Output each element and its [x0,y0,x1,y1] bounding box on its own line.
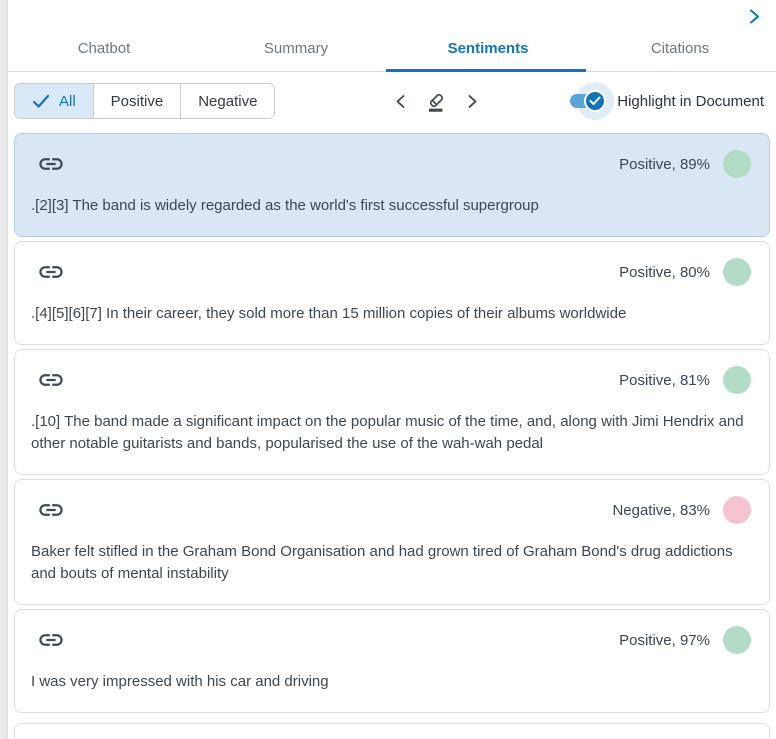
panel-divider[interactable] [0,0,8,739]
sentiment-card[interactable]: Positive, 89% .[2][3] The band is widely… [14,133,770,237]
prev-sentence-button[interactable] [392,92,409,111]
filter-negative-button[interactable]: Negative [181,84,275,118]
sentiment-label: Positive, 89% [619,155,710,173]
filter-positive-label: Positive [110,92,164,110]
sentiment-indicator [723,150,751,178]
sentiment-card[interactable]: Positive, 80% .[4][5][6][7] In their car… [14,241,770,345]
filter-positive-button[interactable]: Positive [93,84,182,118]
card-header: Negative, 83% [31,496,751,524]
check-icon [32,94,50,108]
filter-all-button[interactable]: All [15,84,94,118]
card-header: Positive, 81% [31,366,751,394]
filter-negative-label: Negative [198,92,258,110]
card-header: Positive, 97% [31,626,751,654]
highlight-toggle-label: Highlight in Document [617,92,764,110]
chevron-right-icon [468,94,477,108]
sentence-text: .[10] The band made a significant impact… [31,413,744,452]
card-header: Positive, 80% [31,258,751,286]
collapse-panel-button[interactable] [747,8,762,25]
highlight-toggle-row: Highlight in Document [569,81,764,121]
highlighter-button[interactable] [422,88,451,115]
sentiment-indicator [723,258,751,286]
sentence-text: .[4][5][6][7] In their career, they sold… [31,305,627,322]
tab-bar: Chatbot Summary Sentiments Citations [8,26,776,72]
sentiment-label: Negative, 83% [612,501,710,519]
sentiments-panel: Chatbot Summary Sentiments Citations All… [8,0,776,739]
sentiment-filter-group: All Positive Negative [14,83,276,119]
link-icon[interactable] [37,366,65,394]
panel-topbar [8,0,776,26]
sentiment-card[interactable]: Positive, 81% .[10] The band made a sign… [14,349,770,475]
tab-chatbot[interactable]: Chatbot [8,26,200,71]
sentence-pager [392,88,481,115]
tab-citations[interactable]: Citations [584,26,776,71]
sentence-text: Baker felt stifled in the Graham Bond Or… [31,543,733,582]
card-header: Positive, 89% [31,150,751,178]
sentiment-label: Positive, 81% [619,371,710,389]
sentiment-card[interactable]: Negative, 83% Baker felt stifled in the … [14,479,770,605]
link-icon[interactable] [37,626,65,654]
sentiment-card[interactable]: Positive, 97% I was very impressed with … [14,609,770,713]
controls-row: All Positive Negative Highlight in Docum… [8,72,776,121]
sentiment-indicator [723,626,751,654]
link-icon[interactable] [37,150,65,178]
tab-summary[interactable]: Summary [200,26,392,71]
sentiment-card-list: Positive, 89% .[2][3] The band is widely… [8,119,776,739]
sentiment-indicator [723,496,751,524]
highlighter-icon [428,93,443,112]
chevron-left-icon [396,94,405,108]
sentiment-label: Positive, 97% [619,631,710,649]
filter-all-label: All [59,92,76,110]
sentence-text: .[2][3] The band is widely regarded as t… [31,197,539,214]
sentiment-indicator [723,366,751,394]
sentiment-card-partial[interactable] [14,723,770,739]
sentiment-label: Positive, 80% [619,263,710,281]
link-icon[interactable] [37,496,65,524]
chevron-right-icon [749,8,760,24]
next-sentence-button[interactable] [464,92,481,111]
tab-sentiments[interactable]: Sentiments [386,26,586,72]
highlight-toggle-switch[interactable] [569,81,615,121]
sentence-text: I was very impressed with his car and dr… [31,673,329,690]
link-icon[interactable] [37,258,65,286]
